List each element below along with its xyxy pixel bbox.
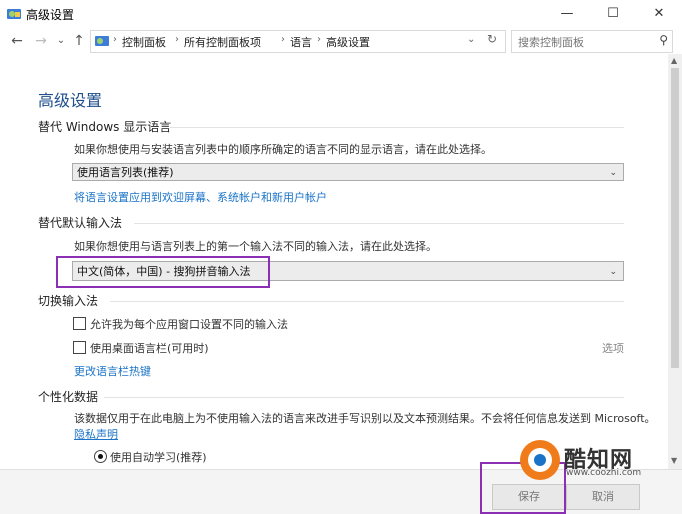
section-title-default-input: 替代默认输入法 — [38, 216, 123, 230]
breadcrumb-item[interactable]: 高级设置 — [326, 34, 370, 50]
minimize-button[interactable]: — — [544, 0, 590, 28]
breadcrumb-item[interactable]: 语言 — [290, 34, 312, 50]
vertical-scrollbar[interactable]: ▲ ▼ — [668, 54, 682, 469]
breadcrumb-separator-icon: › — [113, 34, 117, 45]
display-language-description: 如果你想使用与安装语言列表中的顺序所确定的语言不同的显示语言，请在此处选择。 — [74, 143, 492, 156]
divider — [110, 301, 624, 302]
scrollbar-thumb[interactable] — [671, 68, 679, 368]
window-title: 高级设置 — [26, 8, 75, 22]
divider — [104, 397, 624, 398]
chevron-down-icon: ⌄ — [609, 168, 617, 178]
page-title: 高级设置 — [38, 91, 103, 110]
chevron-down-icon: ⌄ — [609, 267, 617, 277]
close-button[interactable]: ✕ — [636, 0, 682, 28]
chevron-down-icon[interactable]: ⌄ — [467, 34, 475, 45]
search-input[interactable] — [516, 33, 650, 52]
refresh-icon[interactable]: ↻ — [487, 32, 497, 46]
divider — [134, 223, 624, 224]
display-language-select[interactable]: 使用语言列表(推荐) ⌄ — [72, 163, 624, 181]
section-title-personal-data: 个性化数据 — [38, 390, 99, 404]
display-language-selected: 使用语言列表(推荐) — [77, 166, 174, 179]
desktop-language-bar-checkbox[interactable] — [73, 341, 86, 354]
watermark-url: www.coozhi.com — [566, 468, 642, 478]
apply-language-settings-link[interactable]: 将语言设置应用到欢迎屏幕、系统帐户和新用户帐户 — [74, 189, 327, 205]
auto-learning-label: 使用自动学习(推荐) — [110, 451, 207, 464]
desktop-language-bar-label: 使用桌面语言栏(可用时) — [90, 342, 209, 355]
per-app-input-checkbox[interactable] — [73, 317, 86, 330]
control-panel-icon — [95, 36, 109, 46]
breadcrumb-separator-icon: › — [281, 34, 285, 45]
search-box[interactable]: ⚲ — [511, 30, 673, 53]
section-title-switch-input: 切换输入法 — [38, 294, 99, 308]
privacy-statement-link[interactable]: 隐私声明 — [74, 426, 118, 442]
title-bar: 高级设置 — ☐ ✕ — [0, 0, 682, 28]
personal-data-description: 该数据仅用于在此电脑上为不使用输入法的语言来改进手写识别以及文本预测结果。不会将… — [74, 412, 656, 425]
scroll-up-icon[interactable]: ▲ — [671, 56, 677, 65]
breadcrumb-separator-icon: › — [317, 34, 321, 45]
watermark: 酷知网 www.coozhi.com — [520, 440, 670, 484]
control-panel-icon — [7, 9, 21, 19]
per-app-input-label: 允许我为每个应用窗口设置不同的输入法 — [90, 318, 288, 331]
highlight-box — [56, 256, 270, 288]
watermark-logo-icon — [520, 440, 560, 480]
recent-dropdown-icon[interactable]: ⌄ — [52, 32, 70, 50]
auto-learning-radio[interactable] — [94, 450, 107, 463]
divider — [170, 127, 624, 128]
breadcrumb-item[interactable]: 控制面板 — [122, 34, 166, 50]
language-bar-options-link[interactable]: 选项 — [602, 340, 624, 356]
back-icon[interactable]: ← — [8, 32, 26, 50]
scroll-down-icon[interactable]: ▼ — [671, 456, 677, 465]
up-icon[interactable]: ↑ — [70, 32, 88, 50]
address-bar: ← → ⌄ ↑ › 控制面板 › 所有控制面板项 › 语言 › 高级设置 ⌄ ↻… — [0, 28, 682, 54]
forward-icon[interactable]: → — [32, 32, 50, 50]
maximize-button[interactable]: ☐ — [590, 0, 636, 28]
breadcrumb-separator-icon: › — [175, 34, 179, 45]
breadcrumb[interactable]: › 控制面板 › 所有控制面板项 › 语言 › 高级设置 ⌄ ↻ — [90, 30, 506, 53]
breadcrumb-item[interactable]: 所有控制面板项 — [184, 34, 261, 50]
search-icon[interactable]: ⚲ — [659, 33, 668, 47]
change-hotkeys-link[interactable]: 更改语言栏热键 — [74, 363, 151, 379]
default-input-description: 如果你想使用与语言列表上的第一个输入法不同的输入法，请在此处选择。 — [74, 240, 437, 253]
section-title-display-language: 替代 Windows 显示语言 — [38, 120, 172, 134]
cancel-button[interactable]: 取消 — [566, 484, 640, 510]
